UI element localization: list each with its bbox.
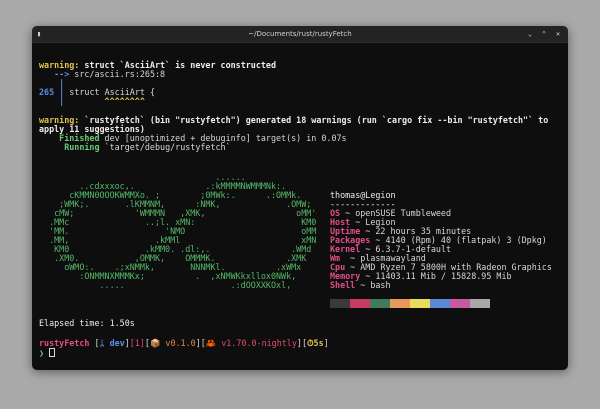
maximize-icon[interactable]: ⌃	[540, 29, 548, 39]
logo-line: ..... .:dOOXXKOxl,	[39, 280, 292, 290]
color-swatch	[410, 299, 430, 308]
shell-prompt: rustyFetch [ᛦ dev][1][📦 v0.1.0][🦀 v1.70.…	[39, 338, 329, 348]
package-version: v0.1.0	[160, 338, 196, 348]
window-title: ~/Documents/rust/rustyFetch	[248, 30, 352, 38]
color-swatch	[350, 299, 370, 308]
color-swatch	[330, 299, 350, 308]
text-cursor	[49, 348, 56, 357]
terminal-window: ▮ ~/Documents/rust/rustyFetch ⌄ ⌃ ✕ warn…	[32, 26, 568, 370]
color-swatch	[370, 299, 390, 308]
close-icon[interactable]: ✕	[554, 29, 562, 39]
rust-icon: 🦀	[205, 338, 217, 348]
running-line: Running `target/debug/rustyfetch`	[39, 142, 231, 152]
prompt-dir: rustyFetch	[39, 338, 90, 348]
prompt-symbol: ❯	[39, 348, 45, 358]
git-status: [1]	[129, 338, 145, 348]
input-line[interactable]: ❯	[39, 348, 56, 358]
color-swatch	[390, 299, 410, 308]
command-duration: 5s	[313, 338, 324, 348]
package-icon: 📦	[149, 338, 161, 348]
color-swatch	[470, 299, 490, 308]
color-palette	[330, 299, 490, 308]
elapsed-time: Elapsed time: 1.50s	[39, 318, 135, 328]
title-bar[interactable]: ▮ ~/Documents/rust/rustyFetch ⌄ ⌃ ✕	[32, 26, 568, 43]
minimize-icon[interactable]: ⌄	[526, 29, 534, 39]
git-branch: dev	[104, 338, 125, 348]
caret-line: | ^^^^^^^^	[39, 96, 145, 106]
rust-version: v1.70.0-nightly	[216, 338, 297, 348]
color-swatch	[450, 299, 470, 308]
color-swatch	[430, 299, 450, 308]
info-row-shell: Shell ~ bash	[330, 280, 391, 290]
terminal-output[interactable]: warning: struct `AsciiArt` is never cons…	[39, 43, 562, 370]
